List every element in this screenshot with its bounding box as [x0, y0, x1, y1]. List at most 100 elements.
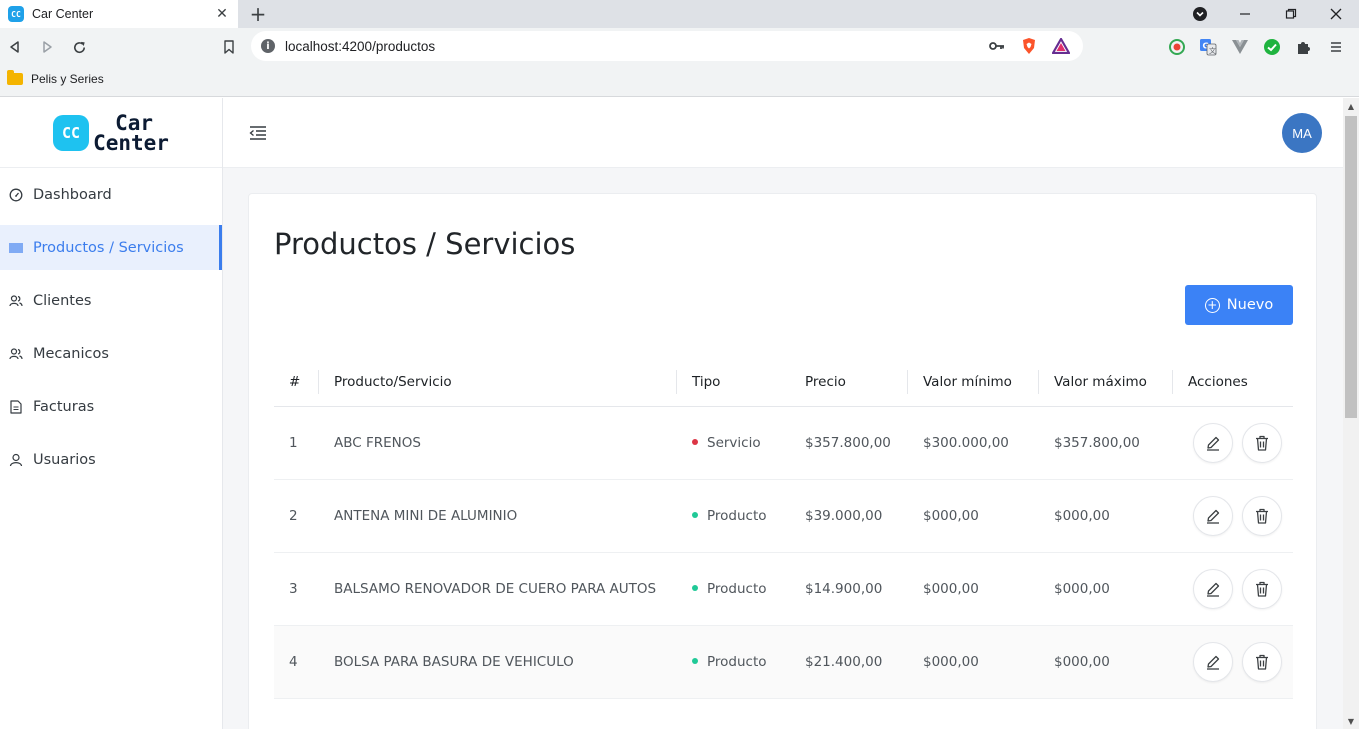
- scroll-down-arrow-icon[interactable]: ▼: [1343, 713, 1359, 729]
- delete-button[interactable]: [1242, 495, 1283, 536]
- row-actions: [1173, 406, 1293, 480]
- row-name: BOLSA PARA BASURA DE VEHICULO: [319, 625, 677, 699]
- trash-icon: [1256, 581, 1269, 597]
- back-icon[interactable]: [4, 36, 26, 58]
- users-icon: [9, 294, 23, 308]
- delete-button[interactable]: [1242, 568, 1283, 609]
- pencil-icon: [1207, 436, 1220, 451]
- translate-icon[interactable]: G文: [1198, 37, 1218, 57]
- close-window-icon[interactable]: [1325, 0, 1347, 28]
- edit-button[interactable]: [1193, 641, 1233, 682]
- table-row[interactable]: 1 ABC FRENOS Servicio $357.800,00 $300.0…: [274, 406, 1293, 480]
- delete-button[interactable]: [1242, 641, 1283, 682]
- extension-color-icon[interactable]: [1167, 37, 1187, 57]
- browser-menu-lines-icon[interactable]: [1326, 37, 1346, 57]
- pencil-icon: [1207, 509, 1220, 524]
- document-icon: [9, 399, 23, 414]
- row-actions: [1173, 479, 1293, 553]
- address-bar[interactable]: i localhost:4200/productos: [251, 31, 1083, 61]
- sidebar-item-usuarios[interactable]: Usuarios: [0, 433, 222, 486]
- logo-text: Car Center: [93, 110, 169, 153]
- logo[interactable]: CC Car Center: [0, 98, 222, 168]
- column-header-actions: Acciones: [1173, 358, 1293, 407]
- menu-toggle-icon[interactable]: [247, 122, 269, 144]
- restore-icon[interactable]: [1280, 0, 1302, 28]
- bookmark-folder[interactable]: Pelis y Series: [7, 70, 104, 86]
- row-max-value: $000,00: [1039, 479, 1173, 553]
- sidebar-item-label: Dashboard: [33, 186, 112, 203]
- users-icon: [9, 347, 23, 361]
- new-product-button[interactable]: + Nuevo: [1185, 285, 1293, 325]
- column-header-max-value[interactable]: Valor máximo: [1039, 358, 1173, 407]
- row-min-value: $000,00: [908, 479, 1039, 553]
- table-row[interactable]: 4 BOLSA PARA BASURA DE VEHICULO Producto…: [274, 625, 1293, 699]
- tab-close-icon[interactable]: ✕: [214, 6, 230, 22]
- table-row[interactable]: 2 ANTENA MINI DE ALUMINIO Producto $39.0…: [274, 479, 1293, 553]
- row-name: ABC FRENOS: [319, 406, 677, 480]
- extensions-puzzle-icon[interactable]: [1294, 37, 1314, 57]
- forward-icon[interactable]: [36, 36, 58, 58]
- barcode-icon: [9, 241, 23, 255]
- edit-button[interactable]: [1193, 495, 1233, 536]
- sidebar-item-productos-servicios[interactable]: Productos / Servicios: [0, 225, 222, 270]
- row-price: $14.900,00: [790, 552, 908, 626]
- column-header-number[interactable]: #: [274, 358, 319, 407]
- edit-button[interactable]: [1193, 422, 1233, 463]
- sidebar-item-label: Facturas: [33, 398, 95, 415]
- folder-icon: [7, 70, 23, 85]
- browser-tab[interactable]: CC Car Center ✕: [0, 0, 238, 28]
- row-type: Servicio: [677, 406, 790, 480]
- sidebar-item-facturas[interactable]: Facturas: [0, 380, 222, 433]
- edit-button[interactable]: [1193, 568, 1233, 609]
- sidebar-item-mecanicos[interactable]: Mecanicos: [0, 327, 222, 380]
- type-dot-icon: [692, 511, 698, 518]
- row-type: Producto: [677, 625, 790, 699]
- scroll-up-arrow-icon[interactable]: ▲: [1343, 98, 1359, 114]
- row-min-value: $000,00: [908, 552, 1039, 626]
- row-type-label: Producto: [707, 580, 767, 597]
- column-header-min-value[interactable]: Valor mínimo: [908, 358, 1039, 407]
- logo-text-line1: Car: [115, 110, 153, 135]
- svg-text:文: 文: [1209, 46, 1216, 55]
- sidebar: CC Car Center Dashboard Productos / Serv…: [0, 98, 223, 729]
- type-dot-icon: [692, 584, 698, 591]
- row-name: ANTENA MINI DE ALUMINIO: [319, 479, 677, 553]
- scrollbar-thumb[interactable]: [1345, 116, 1357, 418]
- bookmark-folder-label: Pelis y Series: [31, 72, 104, 86]
- row-number: 4: [274, 625, 319, 699]
- row-type: Producto: [677, 479, 790, 553]
- minimize-icon[interactable]: [1234, 0, 1256, 28]
- row-max-value: $000,00: [1039, 625, 1173, 699]
- sidebar-item-label: Clientes: [33, 292, 92, 309]
- column-header-product[interactable]: Producto/Servicio: [319, 358, 677, 407]
- row-number: 3: [274, 552, 319, 626]
- row-price: $357.800,00: [790, 406, 908, 480]
- avatar[interactable]: MA: [1282, 113, 1322, 153]
- reload-icon[interactable]: [68, 36, 90, 58]
- browser-menu-icon[interactable]: [1189, 0, 1211, 28]
- brave-rewards-icon[interactable]: [1051, 36, 1071, 56]
- site-info-icon[interactable]: i: [261, 39, 275, 53]
- row-type-label: Servicio: [707, 434, 761, 451]
- new-tab-icon[interactable]: +: [248, 3, 268, 25]
- row-number: 2: [274, 479, 319, 553]
- brave-shield-icon[interactable]: [1019, 36, 1039, 56]
- table-header-row: # Producto/Servicio Tipo Precio Valor mí…: [274, 358, 1293, 407]
- check-extension-icon[interactable]: [1262, 37, 1282, 57]
- products-table: # Producto/Servicio Tipo Precio Valor mí…: [274, 358, 1293, 699]
- vue-devtools-icon[interactable]: [1230, 37, 1250, 57]
- delete-button[interactable]: [1242, 422, 1283, 463]
- browser-tab-strip: CC Car Center ✕ +: [0, 0, 1359, 28]
- sidebar-item-dashboard[interactable]: Dashboard: [0, 168, 222, 221]
- bookmark-icon[interactable]: [218, 36, 240, 58]
- key-icon[interactable]: [987, 36, 1007, 56]
- logo-mark: CC: [53, 114, 90, 151]
- column-header-price[interactable]: Precio: [790, 358, 908, 407]
- url-text[interactable]: localhost:4200/productos: [285, 39, 987, 54]
- row-number: 1: [274, 406, 319, 480]
- row-max-value: $000,00: [1039, 552, 1173, 626]
- sidebar-item-clientes[interactable]: Clientes: [0, 274, 222, 327]
- table-row[interactable]: 3 BALSAMO RENOVADOR DE CUERO PARA AUTOS …: [274, 552, 1293, 626]
- row-price: $39.000,00: [790, 479, 908, 553]
- column-header-type[interactable]: Tipo: [677, 358, 790, 407]
